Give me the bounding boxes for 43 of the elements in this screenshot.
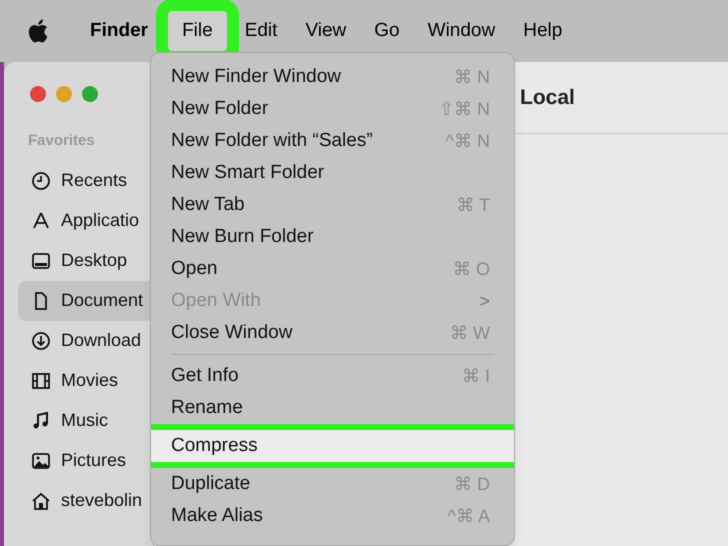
menu-item[interactable]: Open ⌘ O — [151, 253, 514, 285]
menu-item[interactable]: Duplicate ⌘ D — [151, 468, 514, 500]
menu-item[interactable]: New Smart Folder — [151, 157, 514, 189]
minimize-window-icon[interactable] — [56, 86, 72, 102]
sidebar-item[interactable]: Desktop — [18, 240, 153, 280]
menu-bar-item[interactable]: File — [168, 10, 227, 52]
menu-item[interactable]: Make Alias ^⌘ A — [151, 500, 514, 532]
menu-item[interactable]: New Burn Folder — [151, 221, 514, 253]
zoom-window-icon[interactable] — [82, 86, 98, 102]
sidebar-item[interactable]: Recents — [18, 160, 153, 200]
menu-bar-item[interactable]: Edit — [230, 10, 292, 52]
menu-item[interactable]: New Folder ⇧⌘ N — [151, 93, 514, 125]
menu-bar-item[interactable]: View — [291, 10, 360, 52]
close-window-icon[interactable] — [30, 86, 46, 102]
sidebar-item[interactable]: Document — [18, 280, 153, 320]
menu-item[interactable]: Close Window ⌘ W — [151, 317, 514, 349]
clock-icon — [31, 170, 51, 190]
film-icon — [31, 370, 51, 390]
photo-icon — [31, 450, 51, 470]
app-menu[interactable]: Finder — [76, 10, 162, 52]
menu-bar-item[interactable]: Window — [414, 10, 510, 52]
desktop-icon — [31, 250, 51, 270]
apps-icon — [31, 210, 51, 230]
music-icon — [31, 410, 51, 430]
menu-bar-item[interactable]: Help — [509, 10, 576, 52]
menu-item[interactable]: Rename — [151, 392, 514, 424]
menu-item[interactable]: New Folder with “Sales” ^⌘ N — [151, 125, 514, 157]
sidebar-item[interactable]: Pictures — [18, 440, 153, 480]
home-icon — [31, 490, 51, 510]
sidebar-item[interactable]: Applicatio — [18, 200, 153, 240]
window-title: Local — [520, 84, 575, 111]
menu-item[interactable]: Get Info ⌘ I — [151, 360, 514, 392]
sidebar-item[interactable]: Music — [18, 400, 153, 440]
menu-item[interactable]: New Finder Window ⌘ N — [151, 61, 514, 93]
menu-bar-item[interactable]: Go — [360, 10, 414, 52]
section-heading: Favorites — [27, 131, 96, 151]
sidebar-item[interactable]: Movies — [18, 360, 153, 400]
sidebar-item[interactable]: stevebolin — [18, 480, 153, 520]
apple-logo-icon[interactable] — [28, 19, 48, 43]
menu-item[interactable]: Compress — [151, 430, 514, 462]
download-icon — [31, 330, 51, 350]
sidebar-item[interactable]: Download — [18, 320, 153, 360]
menu-item[interactable]: New Tab ⌘ T — [151, 189, 514, 221]
